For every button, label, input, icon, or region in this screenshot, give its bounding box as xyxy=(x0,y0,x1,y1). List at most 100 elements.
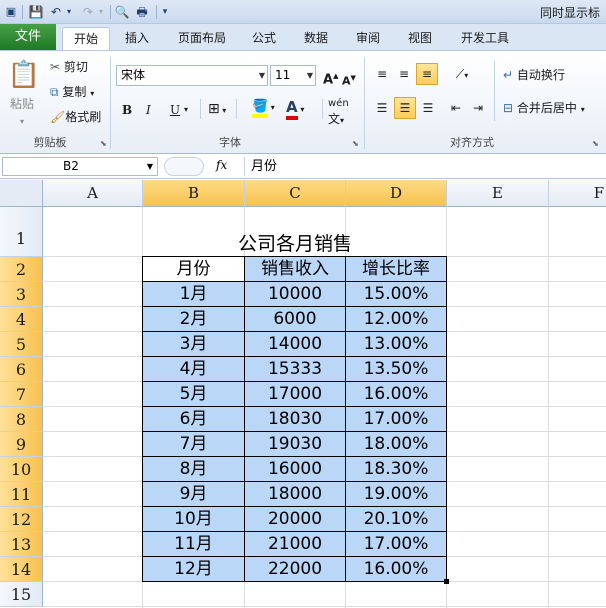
table-cell[interactable]: 12月 xyxy=(143,557,245,582)
table-cell[interactable]: 19030 xyxy=(245,432,346,457)
table-cell[interactable]: 7月 xyxy=(143,432,245,457)
font-launcher-icon[interactable]: ⬊ xyxy=(352,139,359,148)
column-header-b[interactable]: B xyxy=(143,180,245,207)
table-cell[interactable]: 20000 xyxy=(245,507,346,532)
column-header-a[interactable]: A xyxy=(43,180,143,207)
tab-review[interactable]: 审阅 xyxy=(346,27,390,50)
formula-bar-divider[interactable] xyxy=(164,157,204,176)
worksheet-grid[interactable]: ABCDEF 1 2 3 4 5 6 7 8 9 10 11 12 13 14 15 公司各月销售 月份 销售… xyxy=(0,180,606,608)
tab-data[interactable]: 数据 xyxy=(294,27,338,50)
phonetic-button[interactable]: wén 文▾ xyxy=(328,95,349,127)
shrink-font-button[interactable]: A▼ xyxy=(342,69,356,91)
table-header-cell[interactable]: 销售收入 xyxy=(245,257,346,282)
table-cell[interactable]: 10月 xyxy=(143,507,245,532)
table-cell[interactable]: 9月 xyxy=(143,482,245,507)
row-header-13[interactable]: 13 xyxy=(0,532,43,557)
font-color-button[interactable]: A ▾ xyxy=(286,98,304,120)
row-header-7[interactable]: 7 xyxy=(0,382,43,407)
sheet-title[interactable]: 公司各月销售 xyxy=(143,232,447,257)
table-cell[interactable]: 17.00% xyxy=(346,407,447,432)
table-header-cell[interactable]: 月份 xyxy=(143,257,245,282)
table-cell[interactable]: 1月 xyxy=(143,282,245,307)
align-center-icon[interactable]: ☰ xyxy=(394,97,416,119)
redo-dropdown-icon[interactable]: ▾ xyxy=(96,3,106,21)
wrap-text-button[interactable]: ↵ 自动换行 xyxy=(503,66,565,84)
align-left-icon[interactable]: ☰ xyxy=(372,97,392,119)
tab-formulas[interactable]: 公式 xyxy=(242,27,286,50)
table-header-cell[interactable]: 增长比率 xyxy=(346,257,447,282)
format-painter-button[interactable]: 🖌格式刷 xyxy=(50,108,101,126)
increase-indent-icon[interactable]: ⇥ xyxy=(468,97,488,119)
table-cell[interactable]: 6月 xyxy=(143,407,245,432)
table-cell[interactable]: 6000 xyxy=(245,307,346,332)
row-header-15[interactable]: 15 xyxy=(0,582,43,607)
insert-function-icon[interactable]: fx xyxy=(216,158,227,172)
select-all-corner[interactable] xyxy=(0,180,43,207)
formula-input[interactable]: 月份 xyxy=(244,157,606,176)
table-cell[interactable]: 12.00% xyxy=(346,307,447,332)
row-header-14[interactable]: 14 xyxy=(0,557,43,582)
table-cell[interactable]: 11月 xyxy=(143,532,245,557)
tab-view[interactable]: 视图 xyxy=(398,27,442,50)
italic-button[interactable]: I xyxy=(146,101,151,119)
copy-button[interactable]: ⧉ 复制 ▾ xyxy=(50,83,94,103)
name-box[interactable]: B2 ▼ xyxy=(2,157,158,176)
row-header-1[interactable]: 1 xyxy=(0,207,43,257)
fill-color-button[interactable]: 🪣 ▾ xyxy=(252,98,275,118)
row-header-6[interactable]: 6 xyxy=(0,357,43,382)
redo-icon[interactable]: ↷ xyxy=(80,3,96,21)
cut-button[interactable]: ✂ 剪切 xyxy=(50,58,88,76)
grow-font-button[interactable]: A▲ xyxy=(323,67,338,89)
table-cell[interactable]: 22000 xyxy=(245,557,346,582)
table-cell[interactable]: 16.00% xyxy=(346,557,447,582)
row-header-5[interactable]: 5 xyxy=(0,332,43,357)
table-cell[interactable]: 15333 xyxy=(245,357,346,382)
table-cell[interactable]: 18.00% xyxy=(346,432,447,457)
underline-dropdown-icon[interactable]: ▾ xyxy=(184,101,188,119)
table-cell[interactable]: 14000 xyxy=(245,332,346,357)
table-cell[interactable]: 2月 xyxy=(143,307,245,332)
print-preview-icon[interactable]: 🔍 xyxy=(114,3,130,21)
align-middle-icon[interactable]: ≡ xyxy=(394,63,414,85)
tab-file[interactable]: 文件 xyxy=(0,24,56,50)
table-cell[interactable]: 16.00% xyxy=(346,382,447,407)
table-cell[interactable]: 13.50% xyxy=(346,357,447,382)
table-cell[interactable]: 20.10% xyxy=(346,507,447,532)
row-header-9[interactable]: 9 xyxy=(0,432,43,457)
table-cell[interactable]: 5月 xyxy=(143,382,245,407)
fill-handle[interactable] xyxy=(444,579,449,584)
table-cell[interactable]: 18.30% xyxy=(346,457,447,482)
tab-page-layout[interactable]: 页面布局 xyxy=(170,27,234,50)
paste-icon[interactable]: 📋 xyxy=(6,55,42,95)
customize-qat-icon[interactable]: ▾ xyxy=(160,3,170,21)
table-cell[interactable]: 17.00% xyxy=(346,532,447,557)
row-header-4[interactable]: 4 xyxy=(0,307,43,332)
clipboard-launcher-icon[interactable]: ⬊ xyxy=(100,139,107,148)
decrease-indent-icon[interactable]: ⇤ xyxy=(446,97,466,119)
quick-print-icon[interactable]: 🖶 xyxy=(134,3,150,21)
undo-icon[interactable]: ↶ xyxy=(48,3,64,21)
bold-button[interactable]: B xyxy=(122,101,132,119)
row-header-2[interactable]: 2 xyxy=(0,257,43,282)
table-cell[interactable]: 18030 xyxy=(245,407,346,432)
align-right-icon[interactable]: ☰ xyxy=(418,97,438,119)
paste-dropdown-icon[interactable]: ▾ xyxy=(20,113,24,131)
font-size-combo[interactable]: 11 ▼ xyxy=(270,65,316,86)
merge-center-button[interactable]: ⊟ 合并后居中 ▾ xyxy=(503,99,585,119)
align-top-icon[interactable]: ≡ xyxy=(372,63,392,85)
row-header-11[interactable]: 11 xyxy=(0,482,43,507)
table-cell[interactable]: 21000 xyxy=(245,532,346,557)
tab-home[interactable]: 开始 xyxy=(62,27,110,50)
tab-developer[interactable]: 开发工具 xyxy=(450,27,520,50)
underline-button[interactable]: U xyxy=(170,101,180,119)
tab-insert[interactable]: 插入 xyxy=(114,27,160,50)
table-cell[interactable]: 13.00% xyxy=(346,332,447,357)
font-name-combo[interactable]: 宋体 ▼ xyxy=(116,65,268,86)
column-header-f[interactable]: F xyxy=(549,180,606,207)
alignment-launcher-icon[interactable]: ⬊ xyxy=(592,139,599,148)
row-header-3[interactable]: 3 xyxy=(0,282,43,307)
table-cell[interactable]: 18000 xyxy=(245,482,346,507)
table-cell[interactable]: 19.00% xyxy=(346,482,447,507)
align-bottom-icon[interactable]: ≡ xyxy=(416,63,438,85)
table-cell[interactable]: 17000 xyxy=(245,382,346,407)
